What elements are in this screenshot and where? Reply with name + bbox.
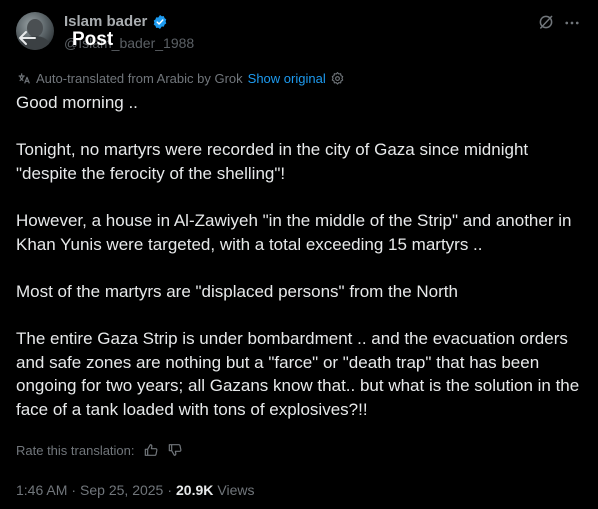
- post-paragraph: Good morning ..: [16, 93, 138, 112]
- post-paragraph: Tonight, no martyrs were recorded in the…: [16, 140, 529, 183]
- rate-translation-label: Rate this translation:: [16, 442, 135, 458]
- thumbs-up-icon[interactable]: [143, 442, 159, 458]
- post-paragraph: Most of the martyrs are "displaced perso…: [16, 281, 458, 301]
- meta-separator: ·: [167, 482, 173, 498]
- post-paragraph: However, a house in Al-Zawiyeh "in the m…: [16, 210, 572, 254]
- page-title: Post: [72, 29, 114, 50]
- post-header: Islam bader @Islam_bader_1988 Post: [0, 0, 598, 64]
- verified-badge-icon: [153, 15, 167, 29]
- show-original-link[interactable]: Show original: [248, 71, 326, 86]
- post-date[interactable]: Sep 25, 2025: [80, 482, 163, 498]
- meta-separator: ·: [71, 482, 77, 498]
- post-paragraph: The entire Gaza Strip is under bombardme…: [16, 328, 580, 419]
- rate-translation: Rate this translation:: [16, 441, 183, 459]
- arrow-left-icon[interactable]: [15, 26, 39, 50]
- translation-note: Auto-translated from Arabic by Grok Show…: [16, 69, 345, 87]
- views-count[interactable]: 20.9K: [176, 482, 213, 498]
- translation-note-text: Auto-translated from Arabic by Grok: [36, 70, 243, 86]
- globe-icon: [18, 73, 30, 84]
- grok-icon[interactable]: [537, 13, 555, 31]
- settings-icon[interactable]: [330, 71, 345, 86]
- post-text: Good morning .. Tonight, no martyrs were…: [16, 91, 586, 421]
- more-icon[interactable]: [563, 14, 581, 32]
- thumbs-down-icon[interactable]: [167, 442, 183, 458]
- views-label: Views: [217, 482, 255, 498]
- post-meta: 1:46 AM · Sep 25, 2025 · 20.9K Views: [16, 481, 254, 499]
- post-time[interactable]: 1:46 AM: [16, 482, 67, 498]
